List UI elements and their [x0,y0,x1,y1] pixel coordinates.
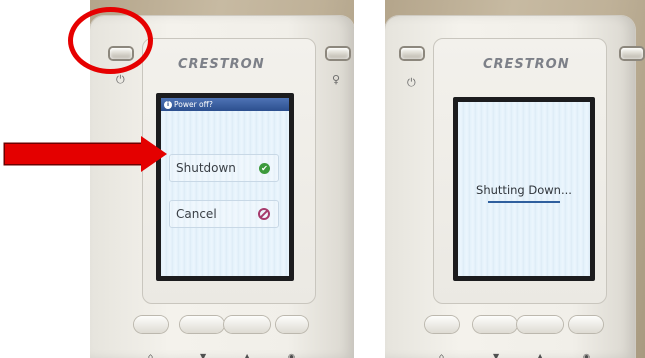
up-hardware-button[interactable] [224,316,270,333]
dialog-title-bar: i Power off? [161,98,289,111]
down-arrow-icon: ▼ [200,352,207,358]
progress-indicator [488,201,560,203]
up-hardware-button[interactable] [517,316,563,333]
pointer-arrow [5,144,143,164]
cancel-label: Cancel [176,207,217,221]
up-arrow-icon: ▲ [244,352,251,358]
shutting-down-status: Shutting Down... [476,183,572,197]
right-photo: ⏻ CRESTRON Shutting Down... ⌂ ▼ ▲ ◉ [385,0,645,358]
pointer-arrow-head [141,136,167,172]
disc-hardware-button[interactable] [276,316,308,333]
disc-hardware-button[interactable] [569,316,603,333]
home-hardware-button[interactable] [134,316,168,333]
brand-logo: CRESTRON [178,57,265,72]
dialog-title: Power off? [174,100,213,109]
power-icon: ⏻ [116,73,125,86]
up-arrow-icon: ▲ [537,352,544,358]
shutdown-label: Shutdown [176,161,236,175]
check-icon: ✔ [259,162,270,174]
disc-icon: ◉ [583,352,590,358]
hardware-buttons: ⌂ ▼ ▲ ◉ [385,316,635,358]
down-arrow-icon: ▼ [493,352,500,358]
info-icon: i [164,100,172,109]
home-hardware-button[interactable] [425,316,459,333]
down-hardware-button[interactable] [473,316,517,333]
power-led[interactable] [401,48,423,59]
disc-icon: ◉ [288,352,295,358]
hardware-buttons: ⌂ ▼ ▲ ◉ [90,316,354,358]
down-hardware-button[interactable] [180,316,224,333]
power-icon: ⏻ [407,76,416,89]
home-icon: ⌂ [148,352,154,358]
shutdown-button[interactable]: Shutdown ✔ [169,154,279,182]
touch-panel-device: ⏻ CRESTRON Shutting Down... ⌂ ▼ ▲ ◉ [385,16,643,358]
light-led[interactable] [621,48,643,59]
home-icon: ⌂ [439,352,445,358]
power-button-highlight-circle [68,7,153,74]
touch-screen: Shutting Down... [453,97,595,281]
brand-logo: CRESTRON [483,57,570,72]
lightbulb-icon: ♀ [332,73,341,86]
light-led[interactable] [327,48,349,59]
cancel-icon [258,208,270,220]
cancel-button[interactable]: Cancel [169,200,279,228]
touch-screen: i Power off? Shutdown ✔ Cancel [156,93,294,281]
